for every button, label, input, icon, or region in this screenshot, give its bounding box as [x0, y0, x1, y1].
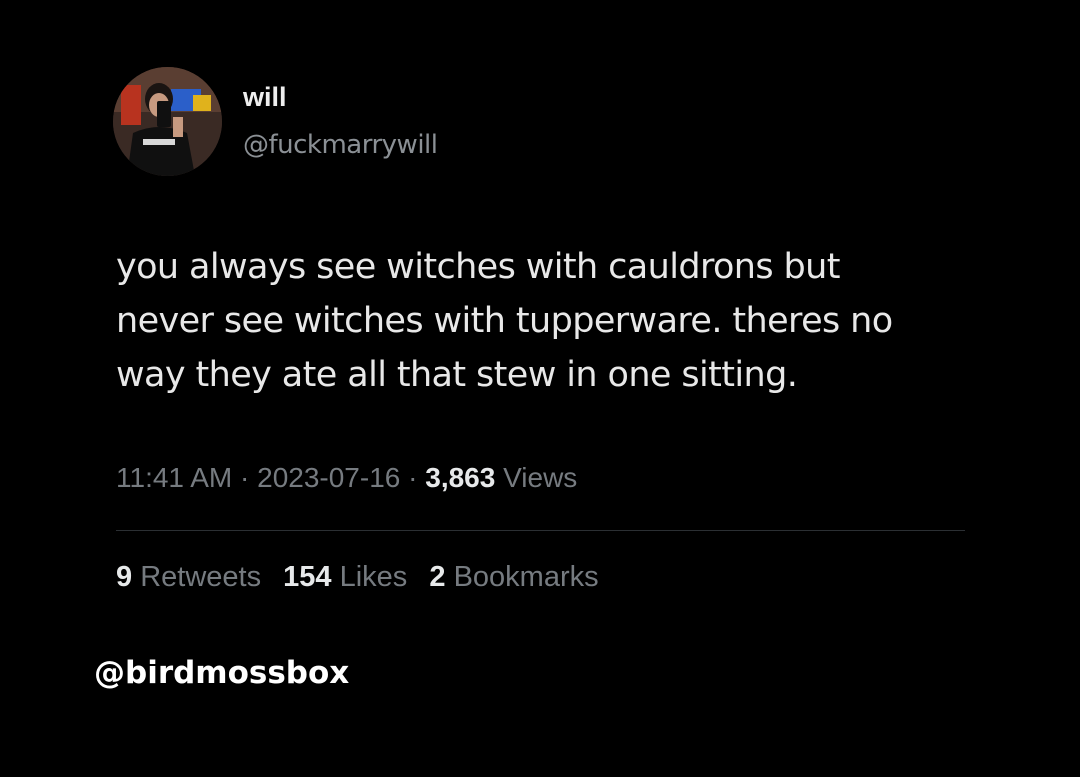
user-handle[interactable]: @fuckmarrywill: [243, 130, 438, 160]
meta-separator: ·: [240, 462, 250, 493]
meta-separator: ·: [408, 462, 418, 493]
tweet-text: you always see witches with cauldrons bu…: [116, 240, 996, 402]
bookmarks-stat[interactable]: 2 Bookmarks: [429, 561, 598, 593]
tweet-time[interactable]: 11:41 AM: [116, 462, 232, 493]
retweets-count: 9: [116, 561, 133, 593]
tweet-meta: 11:41 AM · 2023-07-16 · 3,863 Views: [116, 462, 577, 494]
tweet-text-line: you always see witches with cauldrons bu…: [116, 247, 840, 287]
display-name[interactable]: will: [243, 82, 287, 113]
retweets-label: Retweets: [140, 561, 262, 593]
profile-photo-icon: [113, 67, 222, 176]
likes-label: Likes: [339, 561, 408, 593]
bookmarks-label: Bookmarks: [453, 561, 599, 593]
likes-count: 154: [283, 561, 332, 593]
engagement-stats: 9 Retweets 154 Likes 2 Bookmarks: [116, 561, 613, 594]
retweets-stat[interactable]: 9 Retweets: [116, 561, 269, 593]
tweet-date[interactable]: 2023-07-16: [257, 462, 400, 493]
tweet-card: will @fuckmarrywill you always see witch…: [0, 0, 1080, 777]
likes-stat[interactable]: 154 Likes: [283, 561, 415, 593]
divider: [116, 530, 965, 531]
tweet-text-line: never see witches with tupperware. there…: [116, 301, 893, 341]
bookmarks-count: 2: [429, 561, 446, 593]
avatar[interactable]: [113, 67, 222, 176]
watermark: @birdmossbox: [94, 655, 350, 691]
views-count: 3,863: [425, 462, 496, 493]
tweet-text-line: way they ate all that stew in one sittin…: [116, 355, 798, 395]
views-label: Views: [503, 462, 578, 493]
